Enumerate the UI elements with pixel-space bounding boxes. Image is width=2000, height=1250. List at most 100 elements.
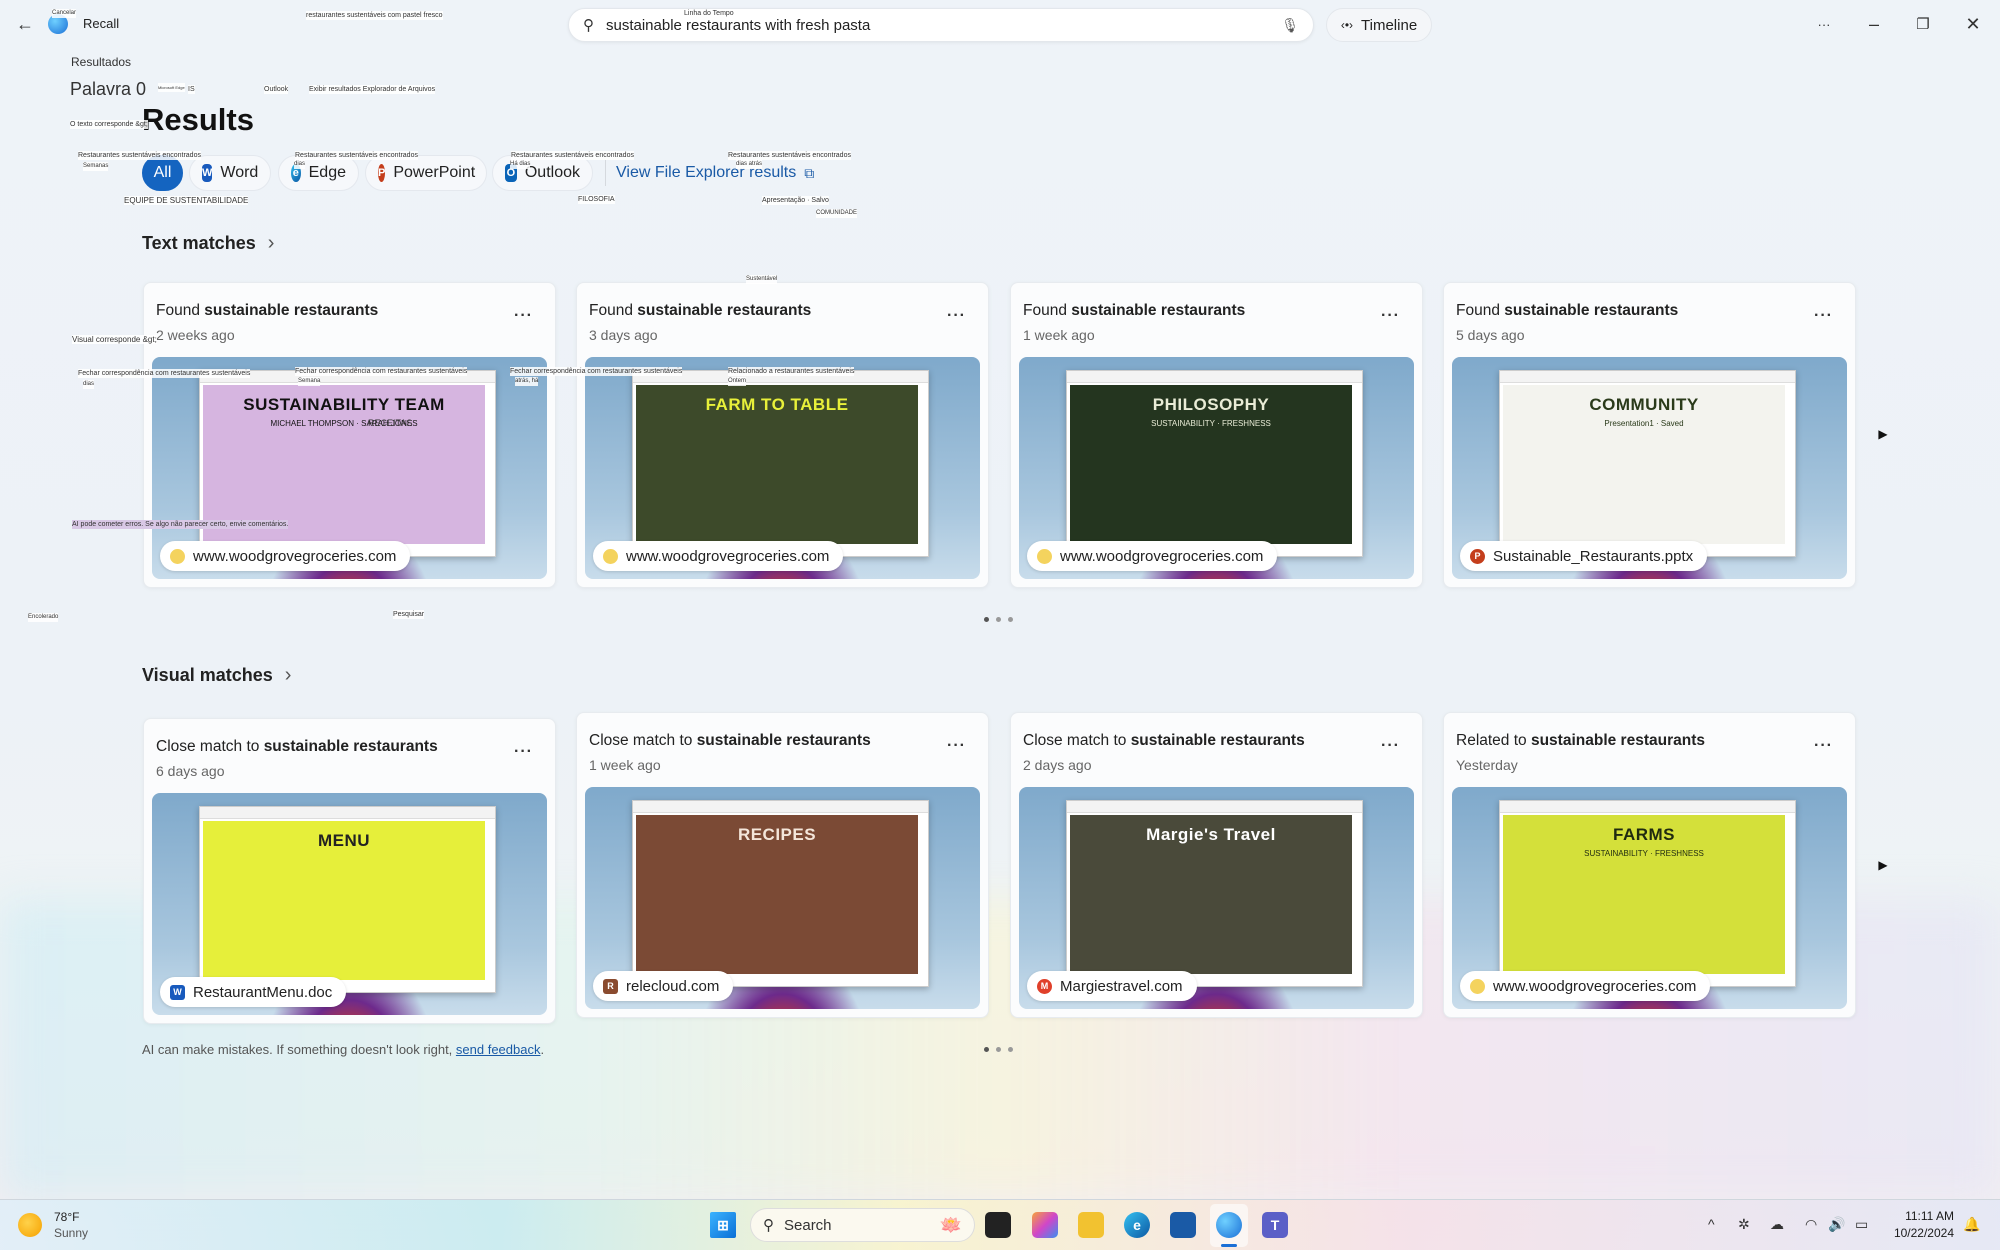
result-card[interactable]: Close match to sustainable restaurants 2 …	[1010, 712, 1423, 1018]
thumbnail-headline: RECIPES	[737, 825, 817, 845]
source-chip[interactable]: www.woodgrovegroceries.com	[593, 541, 844, 571]
task-view-icon[interactable]	[985, 1212, 1011, 1238]
result-card[interactable]: Found sustainable restaurants 3 days ago ·…	[576, 282, 989, 588]
more-options-icon[interactable]: ···	[947, 307, 966, 325]
send-feedback-link[interactable]: send feedback	[456, 1042, 541, 1057]
source-chip[interactable]: W RestaurantMenu.doc	[160, 977, 347, 1007]
overlay-label: AI pode cometer erros. Se algo não parec…	[72, 520, 289, 529]
filter-word[interactable]: W Word	[189, 155, 271, 191]
window-titlebar	[633, 801, 928, 814]
visual-matches-heading[interactable]: Visual matches ›	[142, 664, 291, 687]
screenshot-thumbnail[interactable]: FARM TO TABLE www.woodgrovegroceries.com	[585, 357, 980, 579]
pagination-dots[interactable]	[984, 617, 1013, 622]
onedrive-icon[interactable]: ☁	[1770, 1216, 1784, 1233]
result-card[interactable]: Found sustainable restaurants 5 days ago ·…	[1443, 282, 1856, 588]
overlay-label: O texto corresponde &gt;	[70, 120, 148, 129]
filter-powerpoint[interactable]: P PowerPoint	[365, 155, 487, 191]
pagination-dots[interactable]	[984, 1047, 1013, 1052]
screenshot-thumbnail[interactable]: MENU W RestaurantMenu.doc	[152, 793, 547, 1015]
overlay-label: restaurantes sustentáveis com pastel fre…	[306, 11, 443, 20]
start-button[interactable]: ⊞	[710, 1212, 736, 1238]
more-options-icon[interactable]: ···	[1814, 307, 1833, 325]
copilot-icon[interactable]	[1032, 1212, 1058, 1238]
restore-button[interactable]: ❐	[1911, 12, 1935, 36]
overlay-label: dias	[83, 380, 95, 389]
search-label: Search	[784, 1216, 832, 1234]
source-chip[interactable]: M Margiestravel.com	[1027, 971, 1197, 1001]
source-chip[interactable]: P Sustainable_Restaurants.pptx	[1460, 541, 1708, 571]
volume-icon[interactable]: 🔊	[1828, 1216, 1845, 1233]
overlay-label: Outlook	[264, 85, 289, 94]
weather-desc[interactable]: Sunny	[54, 1226, 88, 1240]
filter-all[interactable]: All	[142, 155, 183, 191]
result-card[interactable]: Close match to sustainable restaurants 6 …	[143, 718, 556, 1024]
more-options-icon[interactable]: ···	[1381, 307, 1400, 325]
overlay-label: Resultados	[71, 55, 132, 69]
more-options-icon[interactable]: ···	[514, 307, 533, 325]
teams-icon[interactable]: T	[1262, 1212, 1288, 1238]
clock-time[interactable]: 11:11 AM	[1880, 1209, 1954, 1223]
more-options-icon[interactable]: ···	[947, 737, 966, 755]
timeline-button[interactable]: ‹•› Timeline	[1326, 8, 1432, 42]
more-options-icon[interactable]: ···	[514, 743, 533, 761]
back-button[interactable]: ←	[13, 12, 37, 36]
weather-temp[interactable]: 78°F	[54, 1210, 79, 1224]
source-chip[interactable]: www.woodgrovegroceries.com	[1460, 971, 1711, 1001]
edge-icon[interactable]: e	[1124, 1212, 1150, 1238]
overlay-label: dias atrás	[736, 160, 763, 169]
screenshot-thumbnail[interactable]: RECIPES Rrelecloud.com	[585, 787, 980, 1009]
more-options-button[interactable]: ···	[1812, 12, 1836, 36]
thumbnail-headline: Margie's Travel	[1146, 825, 1276, 845]
recall-icon[interactable]	[1216, 1212, 1242, 1238]
screenshot-thumbnail[interactable]: Margie's Travel M Margiestravel.com	[1019, 787, 1414, 1009]
clock-date[interactable]: 10/22/2024	[1880, 1226, 1954, 1240]
result-card[interactable]: Found sustainable restaurants 1 week ago ·…	[1010, 282, 1423, 588]
card-title-prefix: Related to	[1456, 732, 1531, 749]
store-icon[interactable]	[1170, 1212, 1196, 1238]
overlay-label: Fechar correspondência com restaurantes …	[295, 367, 468, 376]
screenshot-thumbnail[interactable]: PHILOSOPHY SUSTAINABILITY · FRESHNESS www.…	[1019, 357, 1414, 579]
more-options-icon[interactable]: ···	[1381, 737, 1400, 755]
show-hidden-icons-button[interactable]: ^	[1708, 1216, 1715, 1232]
source-chip[interactable]: www.woodgrovegroceries.com	[160, 541, 411, 571]
source-label: Sustainable_Restaurants.pptx	[1493, 547, 1694, 565]
notifications-icon[interactable]: 🔔	[1963, 1216, 1980, 1233]
microphone-icon[interactable]: 🎙	[1281, 17, 1299, 34]
filter-label: All	[153, 164, 172, 181]
wifi-icon[interactable]: ◠	[1805, 1216, 1817, 1233]
source-chip[interactable]: Rrelecloud.com	[593, 971, 734, 1001]
result-card[interactable]: Close match to sustainable restaurants 1 …	[576, 712, 989, 1018]
filter-outlook[interactable]: O Outlook	[492, 155, 593, 191]
card-title: Close match to sustainable restaurants	[589, 732, 871, 750]
file-explorer-icon[interactable]	[1078, 1212, 1104, 1238]
divider	[605, 160, 606, 186]
screenshot-thumbnail[interactable]: SUSTAINABILITY TEAM MICHAEL THOMPSON · SA…	[152, 357, 547, 579]
source-chip[interactable]: www.woodgrovegroceries.com	[1027, 541, 1278, 571]
next-arrow-button[interactable]: ▶	[1872, 423, 1894, 445]
more-options-icon[interactable]: ···	[1814, 737, 1833, 755]
result-card[interactable]: Related to sustainable restaurants Yester…	[1443, 712, 1856, 1018]
card-title-term: sustainable restaurants	[696, 732, 871, 749]
taskbar-search[interactable]: ⚲ Search 🪷	[750, 1208, 975, 1242]
overlay-label: Encolerado	[28, 613, 59, 622]
network-app-icon[interactable]: ✲	[1738, 1216, 1750, 1233]
window-titlebar	[1067, 371, 1362, 384]
card-title-term: sustainable restaurants	[1071, 302, 1246, 319]
result-card[interactable]: Found sustainable restaurants 2 weeks ago…	[143, 282, 556, 588]
search-box[interactable]: ⚲ 🎙	[568, 8, 1314, 42]
minimize-button[interactable]: –	[1862, 12, 1886, 36]
search-input[interactable]	[606, 16, 1282, 34]
view-file-explorer-link[interactable]: View File Explorer results ⧉	[616, 164, 814, 182]
overlay-label: Visual corresponde &gt;	[72, 335, 157, 344]
card-time: 2 weeks ago	[156, 327, 235, 343]
thumbnail-headline: MENU	[317, 831, 371, 851]
close-button[interactable]: ✕	[1961, 12, 1985, 36]
overlay-label: Fechar correspondência com restaurantes …	[78, 369, 251, 378]
screenshot-thumbnail[interactable]: COMMUNITY Presentation1 · Saved P Sustainab…	[1452, 357, 1847, 579]
filter-edge[interactable]: e Edge	[278, 155, 359, 191]
next-arrow-button[interactable]: ▶	[1872, 854, 1894, 876]
screenshot-thumbnail[interactable]: FARMS SUSTAINABILITY · FRESHNESS www.woodg…	[1452, 787, 1847, 1009]
battery-icon[interactable]: ▭	[1855, 1216, 1868, 1233]
text-matches-heading[interactable]: Text matches ›	[142, 232, 274, 255]
card-title-term: sustainable restaurants	[263, 738, 438, 755]
